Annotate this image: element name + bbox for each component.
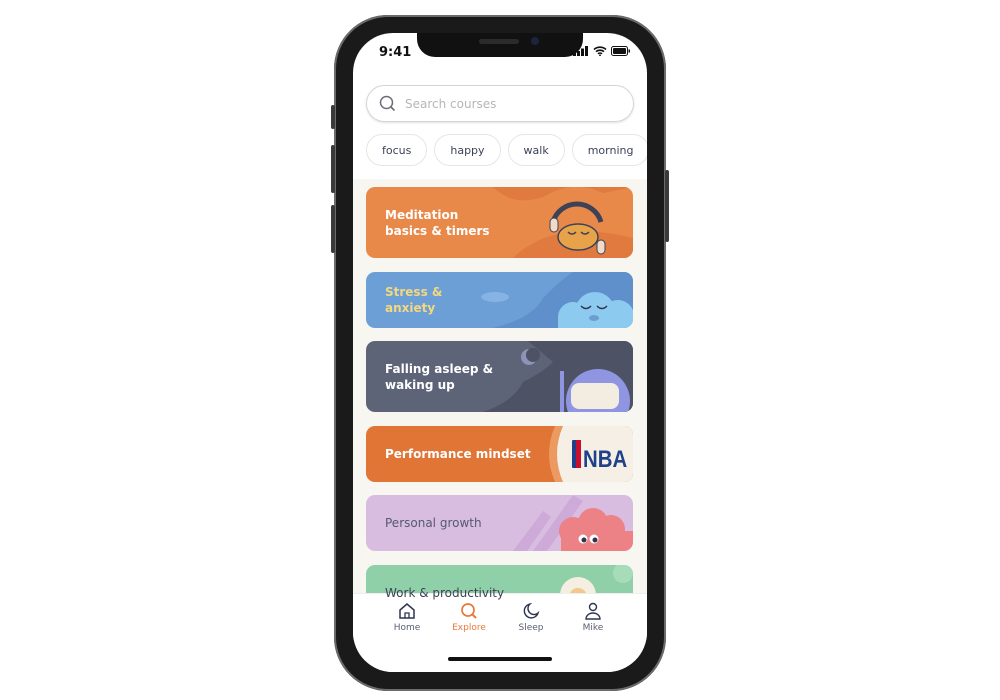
tab-label: Home [393, 623, 421, 633]
person-icon [585, 602, 601, 620]
card-personal-growth[interactable]: Personal growth [366, 495, 633, 551]
card-performance-mindset[interactable]: NBA Performance mindset [366, 426, 633, 482]
pillow-illustration [483, 341, 633, 412]
search-placeholder: Search courses [405, 96, 497, 111]
search-icon [379, 95, 396, 112]
status-icons [573, 46, 631, 56]
moon-icon [523, 602, 540, 619]
tab-label: Explore [452, 623, 486, 633]
card-falling-asleep[interactable]: Falling asleep & waking up [366, 341, 633, 412]
nba-logo-panel: NBA [549, 426, 633, 482]
card-title: Meditation basics & timers [385, 207, 490, 238]
tab-label: Mike [582, 623, 604, 633]
card-title: Performance mindset [385, 447, 531, 461]
tab-home[interactable]: Home [377, 602, 437, 633]
volume-up-button [331, 145, 335, 193]
chip-row: focus happy walk morning [366, 134, 647, 166]
chip-happy[interactable]: happy [434, 134, 501, 166]
mute-switch [331, 105, 335, 129]
screen: 9:41 Search courses focus happy walk mor… [353, 33, 647, 672]
chip-focus[interactable]: focus [366, 134, 428, 166]
tab-explore[interactable]: Explore [439, 602, 499, 633]
card-title: Personal growth [385, 516, 482, 530]
headphones-face-illustration [493, 187, 633, 258]
cloud-face-illustration [481, 272, 633, 328]
card-meditation-basics[interactable]: Meditation basics & timers [366, 187, 633, 258]
power-button [665, 170, 669, 242]
tab-sleep[interactable]: Sleep [501, 602, 561, 633]
chip-walk[interactable]: walk [507, 134, 565, 166]
volume-down-button [331, 205, 335, 253]
signal-icon [573, 46, 588, 56]
tab-label: Sleep [518, 623, 544, 633]
home-icon [399, 603, 415, 619]
card-stress-anxiety[interactable]: Stress & anxiety [366, 272, 633, 328]
search-input[interactable]: Search courses [366, 85, 634, 122]
home-indicator[interactable] [448, 657, 552, 661]
course-list: Meditation basics & timers Stress & anxi… [353, 179, 647, 621]
card-title: Stress & anxiety [385, 285, 443, 315]
wifi-icon [593, 46, 607, 56]
tab-mike[interactable]: Mike [563, 602, 623, 633]
status-time: 9:41 [379, 45, 412, 60]
battery-icon [611, 46, 630, 56]
chip-morning[interactable]: morning [571, 134, 647, 166]
card-title: Work & productivity [385, 586, 505, 600]
card-title: Falling asleep & waking up [385, 361, 494, 392]
nba-logo: NBA [583, 445, 627, 472]
notch [417, 33, 583, 57]
search-icon [461, 603, 477, 619]
brain-illustration [513, 495, 633, 551]
